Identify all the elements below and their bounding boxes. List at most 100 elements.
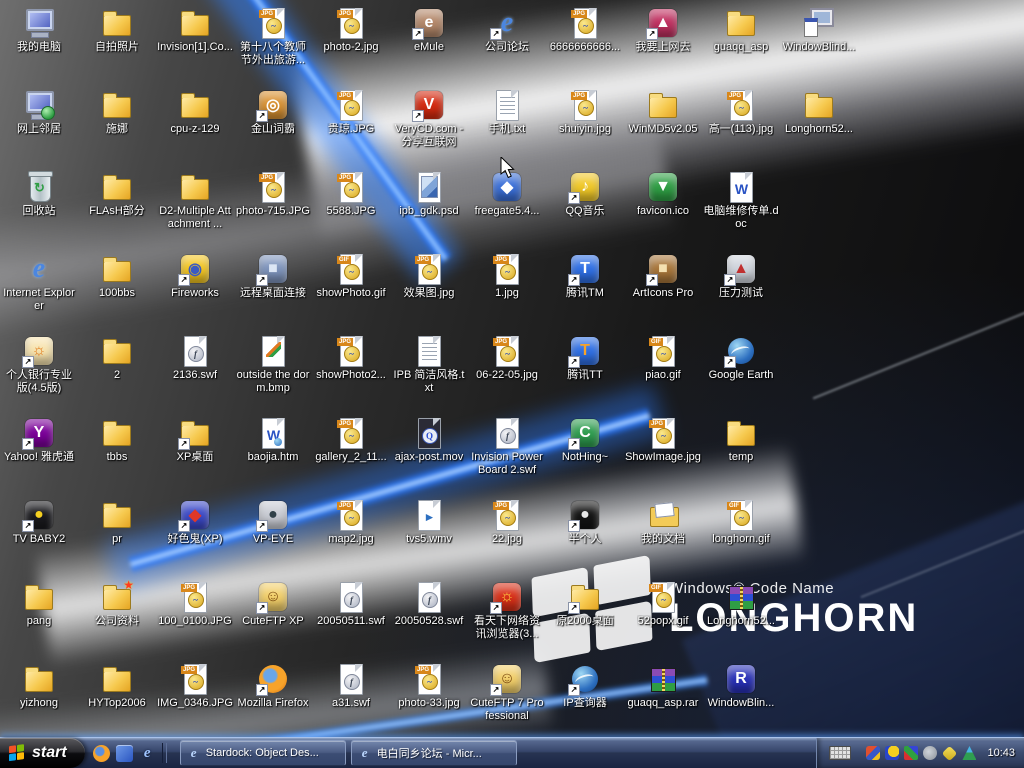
desktop-icon[interactable]: JPG~ShowImage.jpg — [624, 414, 702, 496]
desktop-icon[interactable]: ☼↗看天下网络资讯浏览器(3... — [468, 578, 546, 660]
desktop-icon[interactable]: ↗Google Earth — [702, 332, 780, 414]
desktop-icon[interactable]: 100bbs — [78, 250, 156, 332]
desktop-icon[interactable]: JPG~高一(113).jpg — [702, 86, 780, 168]
taskbar-task-forum[interactable]: e 电白同乡论坛 - Micr... — [351, 740, 517, 766]
desktop-icon[interactable]: JPG~第十八个教师节外出旅游... — [234, 4, 312, 86]
desktop-icon[interactable]: RWindowBlin... — [702, 660, 780, 738]
desktop-icon[interactable]: fa31.swf — [312, 660, 390, 738]
desktop-icon[interactable]: Wbaojia.htm — [234, 414, 312, 496]
desktop-icon[interactable]: Longhorn52... — [780, 86, 858, 168]
desktop-icon[interactable]: JPG~22.jpg — [468, 496, 546, 578]
desktop-icon[interactable]: JPG~5588.JPG — [312, 168, 390, 250]
desktop-icon[interactable]: yizhong — [0, 660, 78, 738]
desktop-icon[interactable]: tbbs — [78, 414, 156, 496]
desktop-icon[interactable]: ●↗半个人 — [546, 496, 624, 578]
desktop-icon[interactable]: ▲↗我要上网去 — [624, 4, 702, 86]
desktop-icon[interactable]: ↗XP桌面 — [156, 414, 234, 496]
ime-keyboard-icon[interactable] — [829, 746, 851, 760]
desktop-icon[interactable]: ■↗远程桌面连接 — [234, 250, 312, 332]
desktop-icon[interactable]: V↗VeryCD.com - 分享互联网 — [390, 86, 468, 168]
messenger-tray-icon[interactable] — [885, 746, 899, 760]
desktop-icon[interactable]: Invision[1].Co... — [156, 4, 234, 86]
desktop-icon[interactable]: 我的电脑 — [0, 4, 78, 86]
desktop-icon[interactable]: ◎↗金山词霸 — [234, 86, 312, 168]
desktop-icon[interactable]: JPG~gallery_2_11... — [312, 414, 390, 496]
desktop-icon[interactable]: JPG~06-22-05.jpg — [468, 332, 546, 414]
desktop-icon[interactable]: 2 — [78, 332, 156, 414]
desktop-icon[interactable]: 我的文档 — [624, 496, 702, 578]
desktop-icon[interactable]: WindowBlind... — [780, 4, 858, 86]
cube-tray-icon[interactable] — [904, 746, 918, 760]
desktop[interactable]: Windows® Code Name LONGHORN 我的电脑自拍照片Invi… — [0, 0, 1024, 738]
desktop-icon[interactable]: ●↗VP-EYE — [234, 496, 312, 578]
desktop-icon[interactable]: Qajax-post.mov — [390, 414, 468, 496]
desktop-icon[interactable]: ↗Mozilla Firefox — [234, 660, 312, 738]
desktop-icon[interactable]: Y↗Yahoo! 雅虎通 — [0, 414, 78, 496]
desktop-icon[interactable]: guaqq_asp.rar — [624, 660, 702, 738]
desktop-icon[interactable]: GIF~longhorn.gif — [702, 496, 780, 578]
desktop-icon[interactable]: ★公司资料 — [78, 578, 156, 660]
desktop-icon[interactable]: JPG~贵琼.JPG — [312, 86, 390, 168]
desktop-icon[interactable]: ☺↗CuteFTP XP — [234, 578, 312, 660]
quicklaunch-swirl-icon[interactable] — [93, 745, 110, 762]
desktop-icon[interactable]: JPG~IMG_0346.JPG — [156, 660, 234, 738]
desktop-icon[interactable]: e↗eMule — [390, 4, 468, 86]
desktop-icon[interactable]: JPG~photo-33.jpg — [390, 660, 468, 738]
desktop-icon[interactable]: IPB 简洁风格.txt — [390, 332, 468, 414]
desktop-icon[interactable]: Longhorn52... — [702, 578, 780, 660]
desktop-icon[interactable]: JPG~6666666666... — [546, 4, 624, 86]
desktop-icon[interactable]: ↗IP查询器 — [546, 660, 624, 738]
desktop-icon[interactable]: ■↗ArtIcons Pro — [624, 250, 702, 332]
quicklaunch-ie-icon[interactable]: e — [139, 745, 156, 762]
desktop-icon[interactable]: ♪↗QQ音乐 — [546, 168, 624, 250]
desktop-icon[interactable]: pr — [78, 496, 156, 578]
desktop-icon[interactable]: guaqq_asp — [702, 4, 780, 86]
desktop-icon[interactable]: JPG~shuiyin.jpg — [546, 86, 624, 168]
volume-tray-icon[interactable] — [923, 746, 937, 760]
desktop-icon[interactable]: ◉↗Fireworks — [156, 250, 234, 332]
desktop-icon[interactable]: cpu-z-129 — [156, 86, 234, 168]
desktop-icon[interactable]: GIF~piao.gif — [624, 332, 702, 414]
desktop-icon[interactable]: JPG~效果图.jpg — [390, 250, 468, 332]
desktop-icon[interactable]: WinMD5v2.05 — [624, 86, 702, 168]
desktop-icon[interactable]: T↗腾讯TT — [546, 332, 624, 414]
desktop-icon[interactable]: JPG~100_0100.JPG — [156, 578, 234, 660]
desktop-icon[interactable]: FLAsH部分 — [78, 168, 156, 250]
paint-tray-icon[interactable] — [866, 746, 880, 760]
desktop-icon[interactable]: JPG~map2.jpg — [312, 496, 390, 578]
desktop-icon[interactable]: fInvision Power Board 2.swf — [468, 414, 546, 496]
desktop-icon[interactable]: ↻回收站 — [0, 168, 78, 250]
desktop-icon[interactable]: ●↗TV BABY2 — [0, 496, 78, 578]
desktop-icon[interactable]: f20050511.swf — [312, 578, 390, 660]
start-button[interactable]: start — [0, 738, 85, 768]
desktop-icon[interactable]: eInternet Explorer — [0, 250, 78, 332]
user-tray-icon[interactable] — [962, 746, 976, 760]
desktop-icon[interactable]: JPG~showPhoto2... — [312, 332, 390, 414]
taskbar-task-stardock[interactable]: e Stardock: Object Des... — [180, 740, 346, 766]
desktop-icon[interactable]: ▼favicon.ico — [624, 168, 702, 250]
desktop-icon[interactable]: W电脑维修传单.doc — [702, 168, 780, 250]
desktop-icon[interactable]: f20050528.swf — [390, 578, 468, 660]
desktop-icon[interactable]: ↗原2000桌面 — [546, 578, 624, 660]
desktop-icon[interactable]: JPG~photo-715.JPG — [234, 168, 312, 250]
desktop-icon[interactable]: temp — [702, 414, 780, 496]
desktop-icon[interactable]: pang — [0, 578, 78, 660]
desktop-icon[interactable]: ◆↗好色鬼(XP) — [156, 496, 234, 578]
desktop-icon[interactable]: ☼↗个人银行专业版(4.5版) — [0, 332, 78, 414]
desktop-icon[interactable]: ☺↗CuteFTP 7 Professional — [468, 660, 546, 738]
desktop-icon[interactable]: ipb_gdk.psd — [390, 168, 468, 250]
desktop-icon[interactable]: JPG~photo-2.jpg — [312, 4, 390, 86]
desktop-icon[interactable]: 施娜 — [78, 86, 156, 168]
desktop-icon[interactable]: e↗公司论坛 — [468, 4, 546, 86]
desktop-icon[interactable]: f2136.swf — [156, 332, 234, 414]
desktop-icon[interactable]: outside the dorm.bmp — [234, 332, 312, 414]
desktop-icon[interactable]: 手机.txt — [468, 86, 546, 168]
desktop-icon[interactable]: C↗NotHing~ — [546, 414, 624, 496]
desktop-icon[interactable]: T↗腾讯TM — [546, 250, 624, 332]
diamond-tray-icon[interactable] — [942, 745, 958, 761]
desktop-icon[interactable]: HYTop2006 — [78, 660, 156, 738]
desktop-icon[interactable]: ►tvs5.wmv — [390, 496, 468, 578]
desktop-icon[interactable]: 网上邻居 — [0, 86, 78, 168]
desktop-icon[interactable]: 自拍照片 — [78, 4, 156, 86]
quicklaunch-app-icon[interactable] — [116, 745, 133, 762]
